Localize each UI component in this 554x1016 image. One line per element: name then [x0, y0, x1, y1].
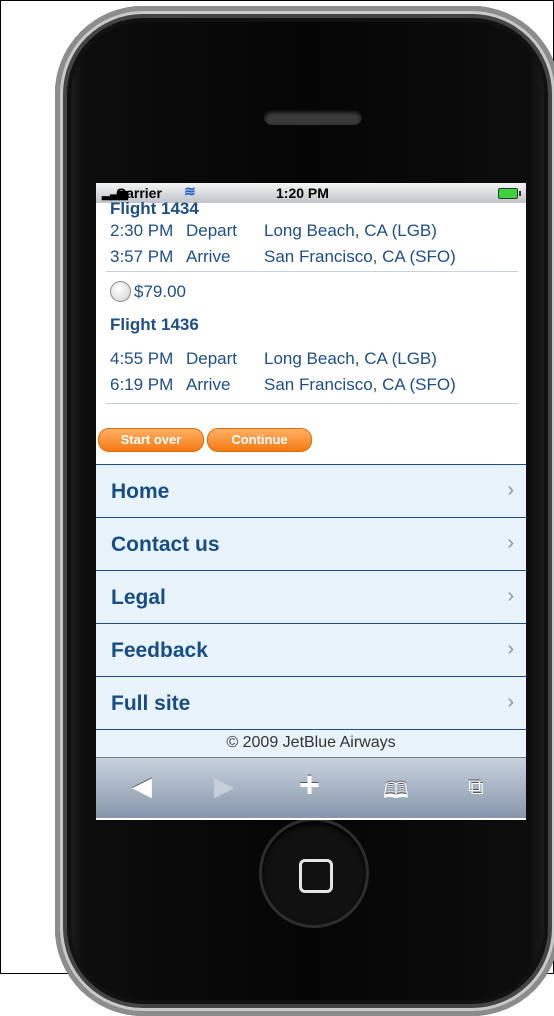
- battery-icon: [498, 188, 521, 199]
- chevron-right-icon: ›: [507, 532, 514, 554]
- arrive-label: Arrive: [186, 247, 231, 266]
- fare-radio[interactable]: [110, 281, 131, 302]
- arrive-place: San Francisco, CA (SFO): [264, 247, 456, 266]
- arrive-place: San Francisco, CA (SFO): [264, 375, 456, 394]
- depart-label: Depart: [186, 221, 238, 240]
- nav-item-label: Home: [111, 480, 170, 503]
- nav-item-label: Full site: [111, 692, 191, 715]
- nav-item-feedback[interactable]: Feedback ›: [96, 623, 526, 676]
- depart-label: Depart: [186, 349, 238, 368]
- nav-item-label: Feedback: [111, 639, 208, 662]
- arrive-row: 3:57 PM Arrive San Francisco, CA (SFO): [110, 247, 456, 267]
- divider: [106, 403, 518, 404]
- chevron-right-icon: ›: [507, 585, 514, 607]
- start-over-button[interactable]: Start over: [98, 428, 204, 452]
- nav-item-legal[interactable]: Legal ›: [96, 570, 526, 623]
- back-icon[interactable]: ◀: [132, 771, 152, 802]
- copyright: © 2009 JetBlue Airways: [96, 729, 526, 757]
- flight-title: Flight 1434: [110, 199, 199, 218]
- safari-toolbar: ◀ ▶ + 🕮 ⧉: [96, 757, 526, 818]
- arrive-label: Arrive: [186, 375, 231, 394]
- bookmarks-icon[interactable]: 🕮: [383, 774, 409, 812]
- chevron-right-icon: ›: [507, 638, 514, 660]
- clock: 1:20 PM: [276, 185, 329, 201]
- depart-row: 2:30 PM Depart Long Beach, CA (LGB): [110, 221, 437, 241]
- arrive-row: 6:19 PM Arrive San Francisco, CA (SFO): [110, 375, 456, 395]
- nav-item-contact-us[interactable]: Contact us ›: [96, 517, 526, 570]
- nav-item-full-site[interactable]: Full site ›: [96, 676, 526, 729]
- depart-row: 4:55 PM Depart Long Beach, CA (LGB): [110, 349, 437, 369]
- home-button[interactable]: [262, 821, 366, 925]
- home-square-icon: [299, 859, 333, 893]
- phone-screen: ▂▃▅ Carrier ≋ 1:20 PM Flight 1434 2:30 P…: [96, 183, 526, 820]
- nav-item-home[interactable]: Home ›: [96, 464, 526, 517]
- chevron-right-icon: ›: [507, 479, 514, 501]
- continue-button[interactable]: Continue: [207, 428, 312, 452]
- arrive-time: 6:19 PM: [110, 375, 174, 394]
- depart-place: Long Beach, CA (LGB): [264, 349, 437, 368]
- nav-item-label: Contact us: [111, 533, 220, 556]
- chevron-right-icon: ›: [507, 691, 514, 713]
- pages-icon[interactable]: ⧉: [468, 774, 484, 800]
- flight-title: Flight 1436: [110, 315, 199, 334]
- nav-item-label: Legal: [111, 586, 166, 609]
- forward-icon[interactable]: ▶: [214, 771, 234, 802]
- depart-time: 4:55 PM: [110, 349, 174, 368]
- earpiece-speaker: [264, 110, 362, 125]
- fare-price: $79.00: [134, 282, 186, 301]
- wifi-icon: ≋: [184, 183, 196, 199]
- depart-place: Long Beach, CA (LGB): [264, 221, 437, 240]
- depart-time: 2:30 PM: [110, 221, 174, 240]
- add-icon[interactable]: +: [299, 764, 320, 806]
- arrive-time: 3:57 PM: [110, 247, 174, 266]
- divider: [106, 271, 518, 272]
